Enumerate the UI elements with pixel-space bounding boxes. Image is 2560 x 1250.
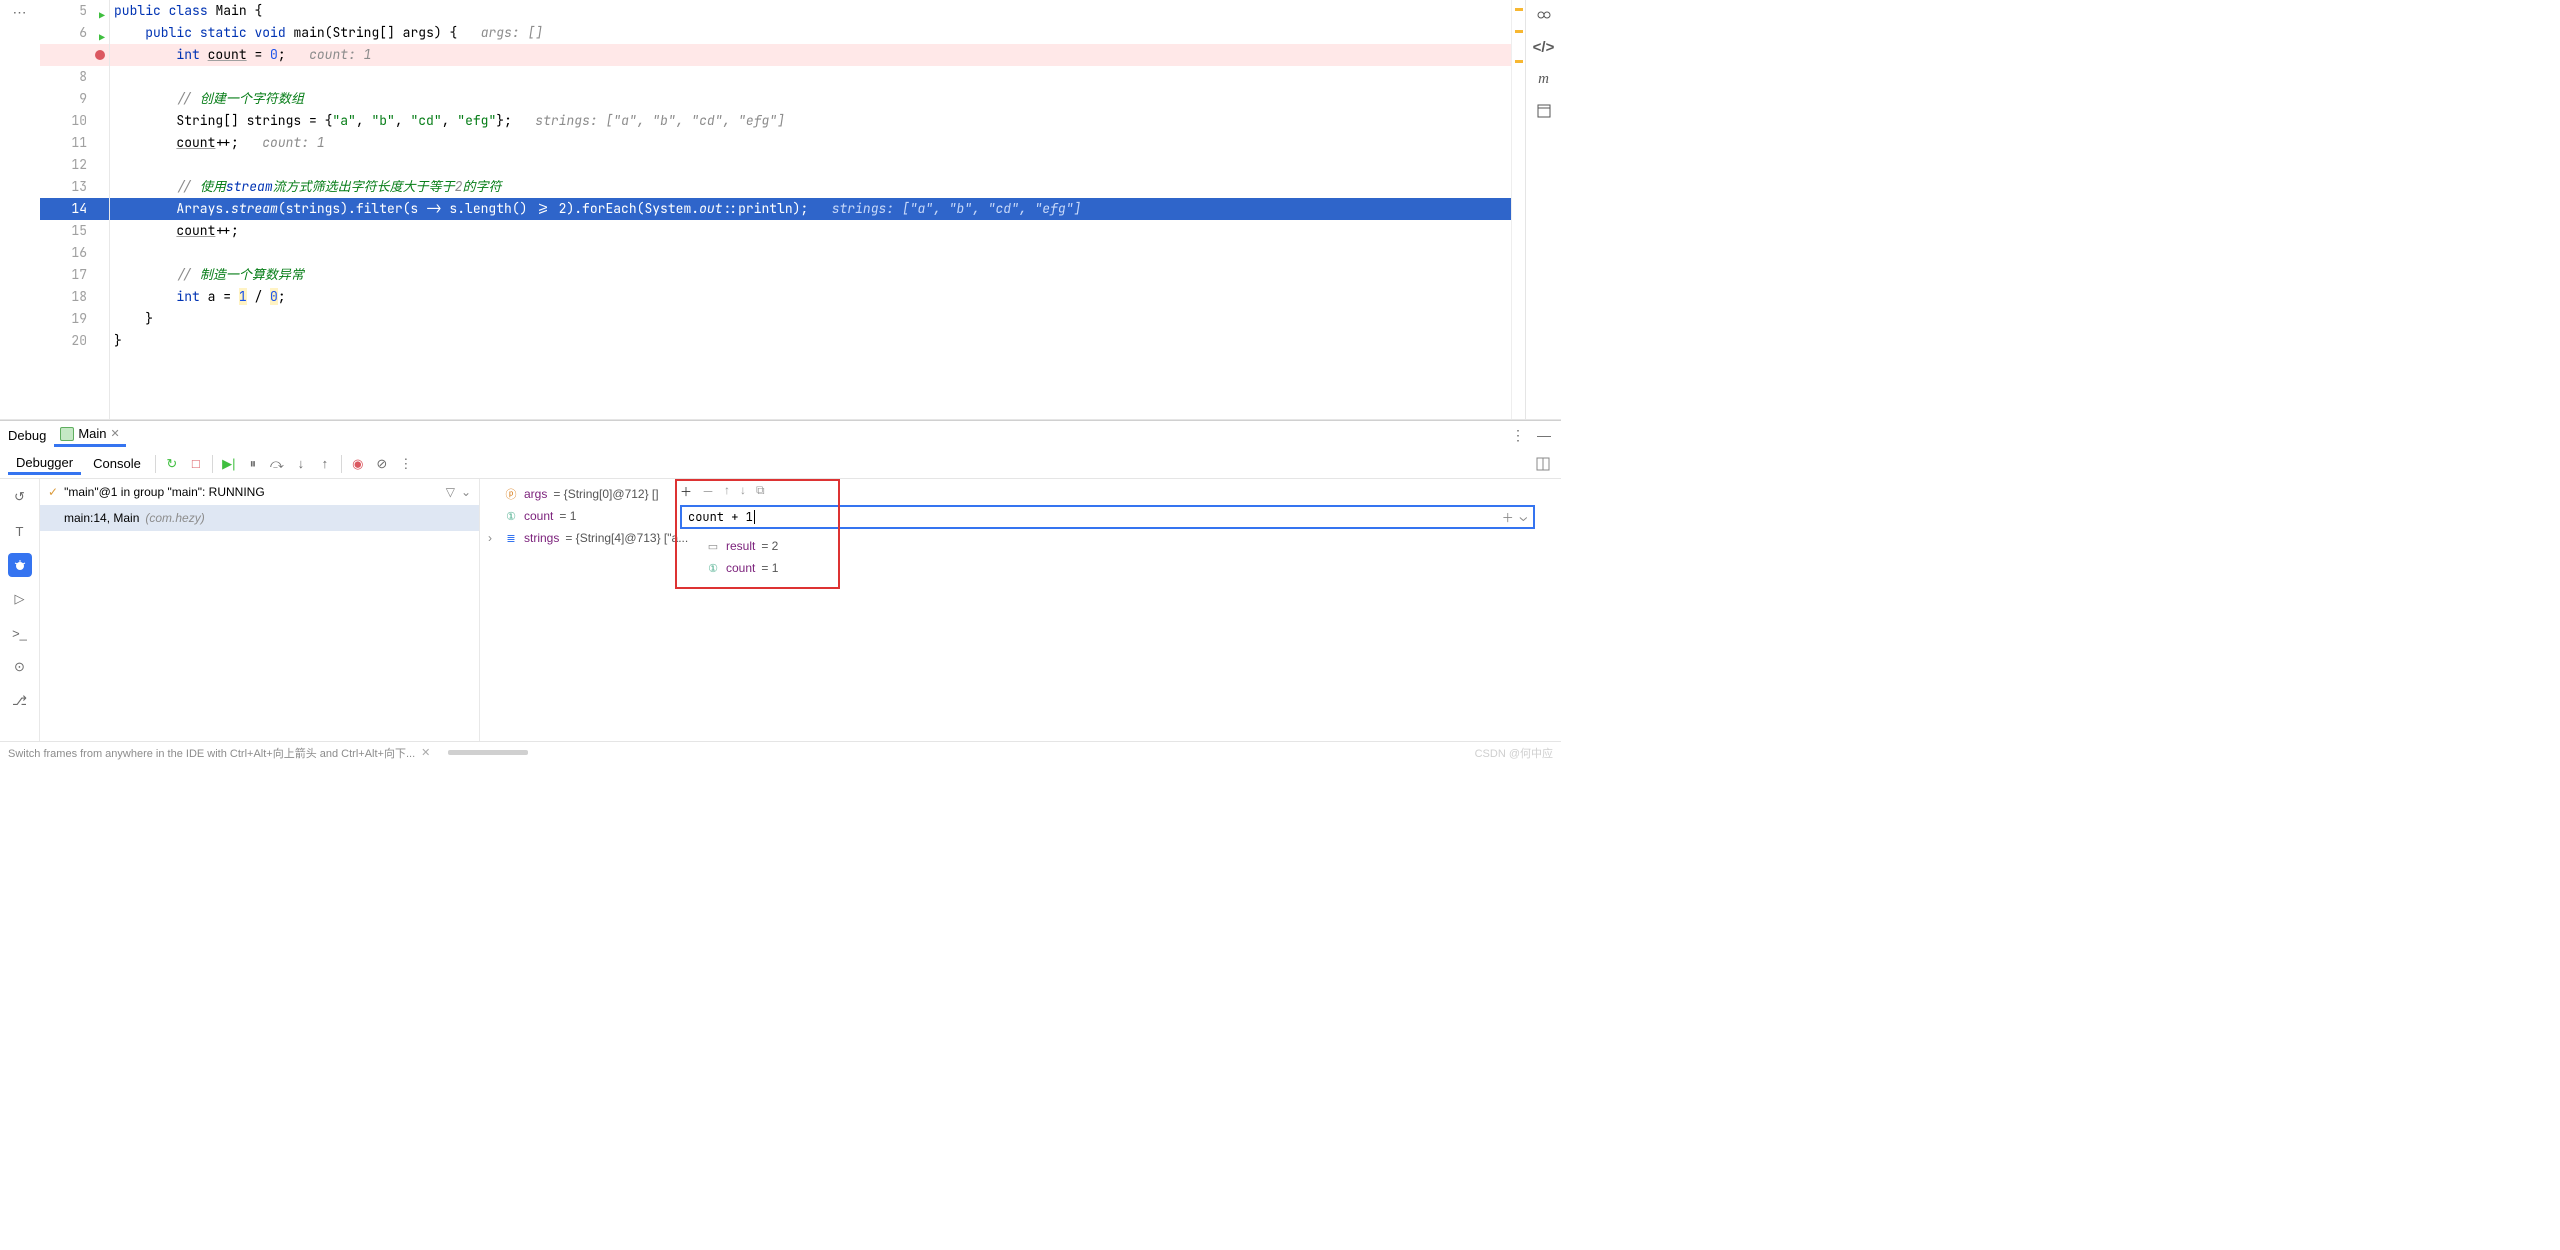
rerun-icon[interactable]: ↻ [162,454,182,474]
result-icon: ▭ [706,539,720,553]
thread-label: "main"@1 in group "main": RUNNING [64,485,265,499]
param-icon: ⓟ [504,487,518,501]
step-over-icon[interactable]: ⤼ [267,454,287,474]
close-tab-icon[interactable]: ✕ [111,427,120,440]
line-number: 17 [71,266,87,283]
debug-header: Debug Main ✕ ⋮ — [0,421,1561,449]
layout-settings-icon[interactable] [1533,454,1553,474]
frame-location: main:14, Main [64,511,139,525]
frames-panel: ✓ "main"@1 in group "main": RUNNING ▽ ⌄ … [40,479,480,741]
watch-result-row[interactable]: ▭ result = 2 [706,535,778,557]
resume-icon[interactable]: ▶| [219,454,239,474]
line-number: 6 [79,24,87,41]
debug-tool-window: Debug Main ✕ ⋮ — Debugger Console ↻ □ ▶|… [0,420,1561,763]
line-number: 5 [79,2,87,19]
add-watch-icon[interactable]: ＋ [680,483,692,500]
line-number: 9 [79,90,87,107]
thread-row[interactable]: ✓ "main"@1 in group "main": RUNNING ▽ ⌄ [40,479,479,505]
variable-row[interactable]: ⓟ args = {String[0]@712} [] [488,483,1553,505]
watch-results: ▭ result = 2 ① count = 1 [706,535,778,579]
remove-watch-icon[interactable]: － [702,483,714,500]
minimize-icon[interactable]: — [1535,425,1553,445]
array-icon: ≣ [504,531,518,545]
line-number: 8 [79,68,87,85]
line-number: 20 [71,332,87,349]
more-icon[interactable]: ⋮ [396,454,416,474]
line-number: 16 [71,244,87,261]
filter-icon[interactable]: ▽ [446,485,455,499]
history-chevron-icon[interactable]: ⌄ [1520,509,1527,526]
breakpoint-icon[interactable] [95,50,105,60]
layout-icon[interactable] [1535,102,1553,120]
right-tool-strip: </> m [1525,0,1561,419]
line-gutter[interactable]: 5▶ 6▶ 8 9 10 11 12 13 14 15 16 17 18 19 … [40,0,110,419]
debug-title: Debug [8,428,46,443]
line-number: 11 [71,134,87,151]
line-number: 13 [71,178,87,195]
problems-icon[interactable]: ⊙ [8,655,32,679]
debug-session-tab[interactable]: Main ✕ [54,423,125,447]
move-up-icon[interactable]: ↑ [724,483,730,500]
watch-var-row[interactable]: ① count = 1 [706,557,778,579]
variables-panel: ⓟ args = {String[0]@712} [] ① count = 1 … [480,479,1561,741]
more-icon[interactable]: ⋯ [13,4,28,21]
move-down-icon[interactable]: ↓ [740,483,746,500]
line-number: 12 [71,156,87,173]
line-number: 14 [71,200,87,217]
check-icon: ✓ [48,485,58,499]
pause-icon[interactable]: ⏸ [243,454,263,474]
expand-icon[interactable]: › [488,531,498,545]
text-icon[interactable]: T [8,519,32,543]
primitive-icon: ① [706,561,720,575]
editor-scrollbar[interactable] [1511,0,1525,419]
line-number: 15 [71,222,87,239]
view-breakpoints-icon[interactable]: ◉ [348,454,368,474]
editor-area: ⋯ 5▶ 6▶ 8 9 10 11 12 13 14 15 16 17 18 1… [0,0,1561,420]
stop-icon[interactable]: □ [186,454,206,474]
left-tool-strip: ↺ T ▷ >_ ⊙ ⎇ [0,479,40,741]
tip-text: Switch frames from anywhere in the IDE w… [8,745,415,761]
copy-icon[interactable]: ⧉ [756,483,765,500]
step-into-icon[interactable]: ↓ [291,454,311,474]
stack-frame-row[interactable]: main:14, Main (com.hezy) [40,505,479,531]
terminal-icon[interactable]: >_ [8,621,32,645]
copilot-icon[interactable] [1535,6,1553,24]
frame-package: (com.hezy) [145,511,204,525]
code-icon[interactable]: </> [1535,38,1553,56]
variable-row[interactable]: ›≣ strings = {String[4]@713} ["a... [488,527,1553,549]
watch-toolbar: ＋ － ↑ ↓ ⧉ [680,483,765,500]
line-number: 10 [71,112,87,129]
progress-scrub[interactable] [448,750,528,755]
more-vert-icon[interactable]: ⋮ [1509,425,1527,446]
debug-toolbar: Debugger Console ↻ □ ▶| ⏸ ⤼ ↓ ↑ ◉ ⊘ ⋮ [0,449,1561,479]
vcs-icon[interactable]: ⎇ [8,689,32,713]
restart-icon[interactable]: ↺ [8,485,32,509]
line-number: 18 [71,288,87,305]
console-tab[interactable]: Console [85,454,149,473]
m-icon[interactable]: m [1535,70,1553,88]
line-number: 19 [71,310,87,327]
mute-breakpoints-icon[interactable]: ⊘ [372,454,392,474]
chevron-down-icon[interactable]: ⌄ [461,485,471,499]
editor-left-toolbar: ⋯ [0,0,40,419]
tab-label: Main [78,426,106,441]
close-tip-icon[interactable]: ✕ [421,746,430,759]
watermark: CSDN @何中应 [1475,745,1553,761]
run-config-icon [60,427,74,441]
run-icon[interactable]: ▷ [8,587,32,611]
primitive-icon: ① [504,509,518,523]
step-out-icon[interactable]: ↑ [315,454,335,474]
add-to-watches-icon[interactable]: ＋ [1502,509,1514,526]
watch-expression-input[interactable]: count + 1 ＋ ⌄ [680,505,1535,529]
debugger-tab[interactable]: Debugger [8,453,81,475]
code-editor[interactable]: public class Main { public static void m… [110,0,1511,419]
debug-icon[interactable] [8,553,32,577]
status-bar: Switch frames from anywhere in the IDE w… [0,741,1561,763]
